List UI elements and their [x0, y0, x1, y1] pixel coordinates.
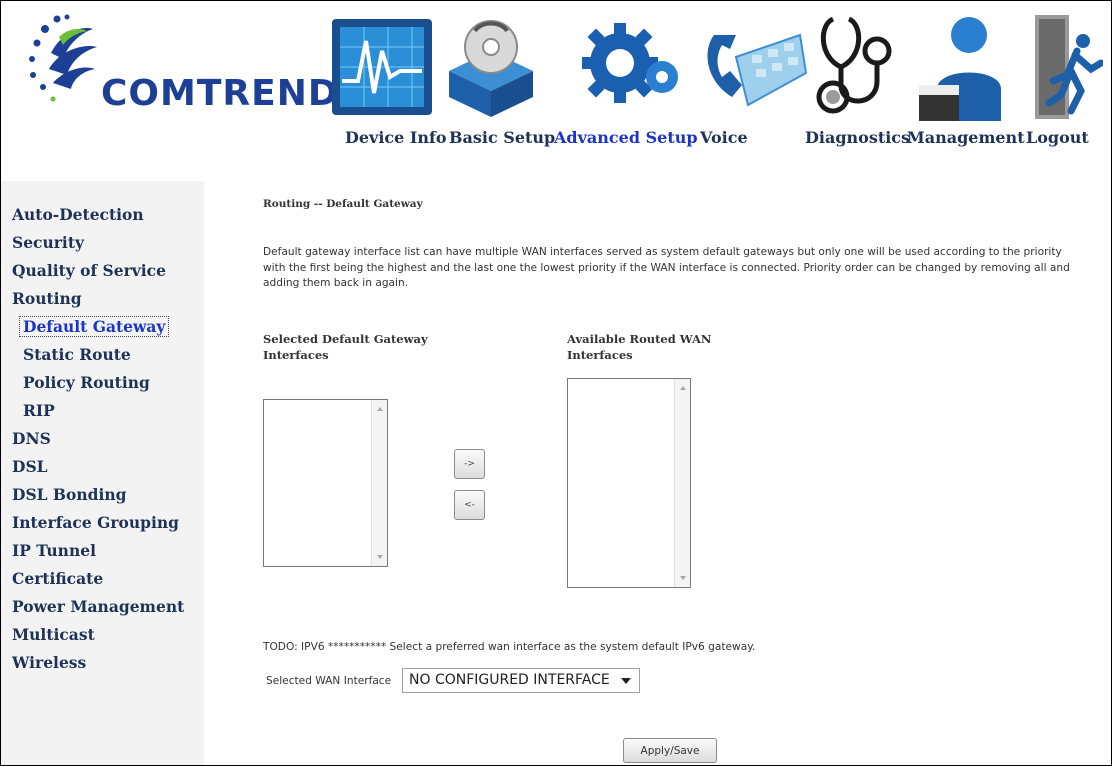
sidebar-item-rip[interactable]: RIP — [23, 401, 55, 420]
available-wan-listbox[interactable] — [567, 378, 691, 588]
sidebar-item-policy-routing[interactable]: Policy Routing — [23, 373, 150, 392]
sidebar-item-interface-grouping[interactable]: Interface Grouping — [12, 513, 179, 532]
nav-management[interactable]: Management — [907, 128, 1025, 147]
move-right-button[interactable]: -> — [454, 449, 485, 479]
sidebar-item-dsl-bonding[interactable]: DSL Bonding — [12, 485, 126, 504]
sidebar-item-ip-tunnel[interactable]: IP Tunnel — [12, 541, 96, 560]
sidebar-item-auto-detection[interactable]: Auto-Detection — [12, 205, 144, 224]
basic-setup-icon[interactable] — [441, 11, 541, 123]
wan-interface-value: NO CONFIGURED INTERFACE — [409, 672, 610, 688]
wan-interface-label: Selected WAN Interface — [266, 675, 392, 687]
management-icon[interactable] — [915, 11, 1013, 123]
apply-save-button[interactable]: Apply/Save — [623, 738, 717, 763]
nav-logout[interactable]: Logout — [1026, 128, 1089, 147]
sidebar-item-quality-of-service[interactable]: Quality of Service — [12, 261, 166, 280]
chevron-down-icon — [621, 678, 631, 684]
wan-interface-select[interactable]: NO CONFIGURED INTERFACE — [402, 668, 640, 693]
sidebar-item-default-gateway[interactable]: Default Gateway — [18, 316, 170, 337]
nav-basic-setup[interactable]: Basic Setup — [449, 128, 555, 147]
sidebar-item-dsl[interactable]: DSL — [12, 457, 48, 476]
nav-voice[interactable]: Voice — [700, 128, 748, 147]
brand-wordmark: COMTREND — [101, 73, 339, 114]
main-content: Routing -- Default Gateway Default gatew… — [204, 181, 1111, 765]
available-listbox-scrollbar[interactable] — [674, 379, 690, 587]
device-info-icon[interactable] — [328, 11, 440, 123]
sidebar-item-routing[interactable]: Routing — [12, 289, 82, 308]
ipv6-todo-note: TODO: IPV6 *********** Select a preferre… — [263, 641, 756, 653]
nav-diagnostics[interactable]: Diagnostics — [805, 128, 910, 147]
logout-icon[interactable] — [1031, 11, 1103, 123]
nav-advanced-setup[interactable]: Advanced Setup — [554, 128, 698, 147]
sidebar-item-dns[interactable]: DNS — [12, 429, 51, 448]
available-wan-label: Available Routed WAN Interfaces — [567, 332, 712, 362]
sidebar-item-security[interactable]: Security — [12, 233, 84, 252]
sidebar-item-power-management[interactable]: Power Management — [12, 597, 184, 616]
diagnostics-icon[interactable] — [813, 11, 895, 123]
page-frame: COMTREND Device Info Basic Setup Advance… — [0, 0, 1112, 766]
scroll-up-icon[interactable] — [680, 386, 686, 390]
move-left-button[interactable]: <- — [454, 490, 485, 520]
scroll-up-icon[interactable] — [377, 407, 383, 411]
header: COMTREND Device Info Basic Setup Advance… — [1, 1, 1111, 181]
scroll-down-icon[interactable] — [680, 576, 686, 580]
selected-listbox-scrollbar[interactable] — [371, 400, 387, 566]
selected-gateways-listbox[interactable] — [263, 399, 388, 567]
page-title: Routing -- Default Gateway — [263, 198, 423, 210]
advanced-setup-icon[interactable] — [576, 11, 686, 123]
voice-icon[interactable] — [696, 11, 811, 123]
sidebar-item-wireless[interactable]: Wireless — [12, 653, 86, 672]
scroll-down-icon[interactable] — [377, 555, 383, 559]
selected-gateways-label: Selected Default Gateway Interfaces — [263, 332, 428, 362]
sidebar-item-multicast[interactable]: Multicast — [12, 625, 95, 644]
page-description: Default gateway interface list can have … — [263, 246, 1070, 289]
logo-swoosh-icon — [29, 14, 97, 102]
sidebar: Auto-Detection Security Quality of Servi… — [1, 181, 204, 765]
sidebar-item-static-route[interactable]: Static Route — [23, 345, 131, 364]
sidebar-item-certificate[interactable]: Certificate — [12, 569, 103, 588]
nav-device-info[interactable]: Device Info — [345, 128, 447, 147]
